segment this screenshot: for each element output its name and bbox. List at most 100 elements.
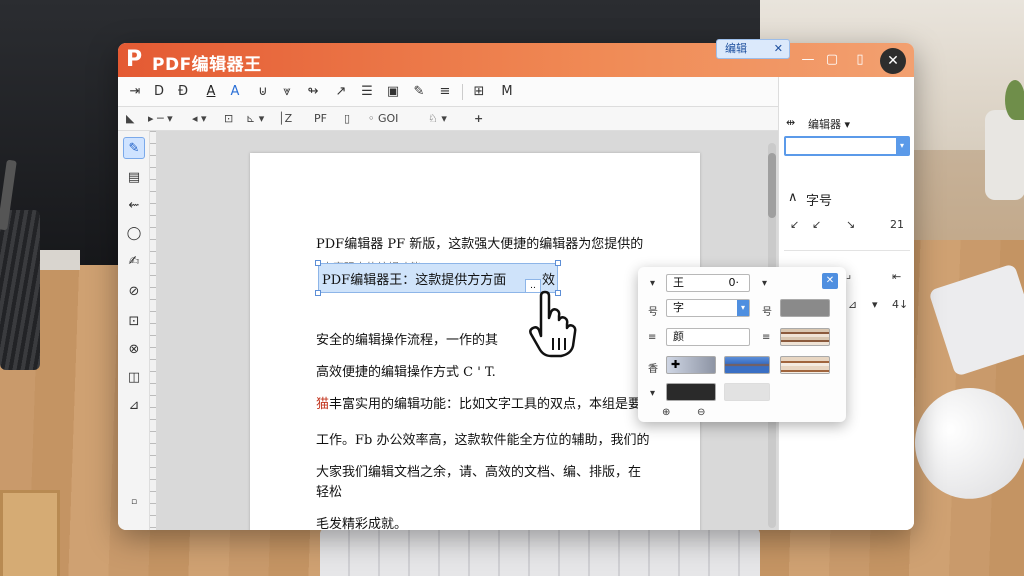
pages-icon[interactable]: ▤: [123, 167, 145, 189]
black-swatch[interactable]: [666, 383, 716, 401]
font-size-field[interactable]: 字 ▾: [666, 299, 750, 317]
plant-pot: [985, 110, 1024, 200]
spacing-dropdown-icon[interactable]: ▾: [872, 298, 878, 311]
pf-icon[interactable]: PF: [314, 110, 327, 128]
image-icon[interactable]: ▣: [384, 83, 402, 101]
scrollbar-thumb[interactable]: [768, 153, 776, 218]
font-family-extra: 0·: [728, 276, 740, 289]
gradient-swatch[interactable]: ✚: [666, 356, 716, 374]
collapse-icon[interactable]: ▫: [123, 491, 145, 513]
row-dropdown-icon[interactable]: ▾: [650, 278, 655, 289]
font-name-input[interactable]: ▾: [784, 136, 910, 156]
document-page[interactable]: PDF编辑器 PF 新版，这款强大便捷的编辑器为您提供的 丰富强大的编辑功能 P…: [250, 153, 700, 530]
add-icon[interactable]: +: [474, 110, 483, 128]
shape-icon[interactable]: ◯: [123, 223, 145, 245]
arrow-dropdown[interactable]: ◂ ▾: [192, 110, 207, 128]
titlebar: P PDF编辑器王 — ▢ ▯ ✕: [118, 43, 914, 77]
selected-text[interactable]: PDF编辑器王：这款提供方方面: [322, 269, 506, 288]
pen-angle-icon[interactable]: ✎: [410, 83, 428, 101]
pen-icon[interactable]: ↗: [332, 83, 350, 101]
maximize-button[interactable]: ▢: [824, 52, 840, 68]
chevron-down-icon[interactable]: ▾: [762, 278, 767, 289]
spacing-icon[interactable]: ⊿: [848, 298, 857, 311]
font-family-field[interactable]: 王 0·: [666, 274, 750, 292]
minimize-button[interactable]: —: [800, 52, 816, 68]
corner-icon[interactable]: ◣: [126, 110, 134, 128]
chevron-down-icon[interactable]: ▾: [896, 138, 908, 154]
size-label-2: 号: [762, 307, 772, 318]
font-family-value: 王: [673, 276, 684, 289]
line-style-dropdown[interactable]: ▸ ─ ▾: [148, 110, 173, 128]
sweep-icon[interactable]: ↬: [304, 83, 322, 101]
measure-icon[interactable]: ⊿: [123, 395, 145, 417]
doc-line-9: 毛发精彩成就。: [316, 517, 408, 530]
text-icon[interactable]: A: [226, 83, 244, 101]
redact-icon[interactable]: ⊘: [123, 281, 145, 303]
restore-button[interactable]: ▯: [852, 52, 868, 68]
wood-swatch[interactable]: [780, 356, 830, 374]
selection-handle[interactable]: [315, 260, 321, 266]
link-icon[interactable]: ⇜: [123, 195, 145, 217]
select-arrow-icon[interactable]: ⇥: [126, 83, 144, 101]
blue-texture-swatch[interactable]: [724, 356, 770, 374]
edit-mode-label: 编辑: [725, 42, 747, 55]
selection-handle[interactable]: [555, 260, 561, 266]
light-swatch[interactable]: [724, 383, 770, 401]
corner-icon[interactable]: ⌟: [846, 268, 851, 281]
chevron-down-icon[interactable]: ▾: [737, 300, 749, 316]
plant-leaf: [1005, 80, 1024, 120]
document-list-icon[interactable]: ⊞: [470, 83, 488, 101]
signature-icon[interactable]: M: [498, 83, 516, 101]
row-dropdown-icon[interactable]: ▾: [650, 388, 655, 399]
align-center-icon[interactable]: ☰: [358, 83, 376, 101]
format-toolbar: ◣ ▸ ─ ▾ ◂ ▾ ⊡ ⊾ ▾ │Z PF ▯ ◦ GOI ♘ ▾ +: [118, 107, 778, 131]
angle-dropdown[interactable]: ⊾ ▾: [246, 110, 264, 128]
texture-swatch[interactable]: [780, 328, 830, 346]
z-order-icon[interactable]: │Z: [278, 110, 292, 128]
color-swatch-gray[interactable]: [780, 299, 830, 317]
popup-close-button[interactable]: ✕: [822, 273, 838, 289]
zoom-out-icon[interactable]: ⊖: [697, 407, 705, 418]
color-field[interactable]: 颜: [666, 328, 750, 346]
underline-tool-icon[interactable]: ⊍: [254, 83, 272, 101]
zoom-in-icon[interactable]: ⊕: [662, 407, 670, 418]
document-edit-icon[interactable]: Ð: [174, 83, 192, 101]
app-title: PDF编辑器王: [152, 55, 262, 75]
selection-handle[interactable]: [315, 290, 321, 296]
font-size-value: 字: [673, 301, 684, 314]
size-value[interactable]: 21: [890, 218, 904, 231]
chevron-double-icon[interactable]: ⩔: [278, 83, 296, 101]
selection-tail-text: 效: [542, 273, 556, 288]
font-size-label: 字号: [806, 194, 833, 209]
sign-icon[interactable]: ✍: [123, 251, 145, 273]
close-icon[interactable]: ✕: [774, 40, 783, 58]
size-label: 号: [648, 307, 658, 318]
align-right-icon[interactable]: ↘: [846, 218, 855, 231]
edit-tool-icon[interactable]: ✎: [123, 137, 145, 159]
text-color-icon[interactable]: A: [202, 83, 220, 101]
indent-icon[interactable]: ⇤: [892, 270, 901, 283]
align-label-icon: ≡: [648, 332, 657, 343]
hand-pointer-icon: [529, 290, 577, 358]
stamp-dropdown[interactable]: ♘ ▾: [428, 110, 447, 128]
box-icon[interactable]: ▯: [344, 110, 350, 128]
document-icon[interactable]: D: [150, 83, 168, 101]
doc-line-6: 工作。Fb 办公效率高，这款软件能全方位的辅助，我们的: [316, 433, 650, 448]
editor-dropdown[interactable]: 编辑器 ▾: [808, 116, 850, 132]
main-toolbar: ⇥ D Ð A A ⊍ ⩔ ↬ ↗ ☰ ▣ ✎ ≡ ⊞ M: [118, 77, 778, 107]
frame-icon[interactable]: ⊡: [224, 110, 233, 128]
line-height-icon[interactable]: 4↓: [892, 298, 908, 311]
collapse-arrow-icon[interactable]: ∧: [788, 190, 798, 205]
edit-mode-button[interactable]: 编辑 ✕: [716, 39, 790, 59]
align-icon[interactable]: ≡: [436, 83, 454, 101]
align-mid-icon[interactable]: ↙: [812, 218, 821, 231]
panel-divider: [784, 250, 910, 251]
monitor-stand: [40, 250, 80, 270]
crop-icon[interactable]: ⊡: [123, 311, 145, 333]
align-left-icon[interactable]: ↙: [790, 218, 799, 231]
close-button[interactable]: ✕: [880, 48, 906, 74]
doc-line-4: 高效便捷的编辑操作方式 C ' T.: [316, 365, 496, 380]
goi-icon[interactable]: ◦ GOI: [368, 110, 398, 128]
layers-icon[interactable]: ◫: [123, 367, 145, 389]
search-icon[interactable]: ⊗: [123, 339, 145, 361]
